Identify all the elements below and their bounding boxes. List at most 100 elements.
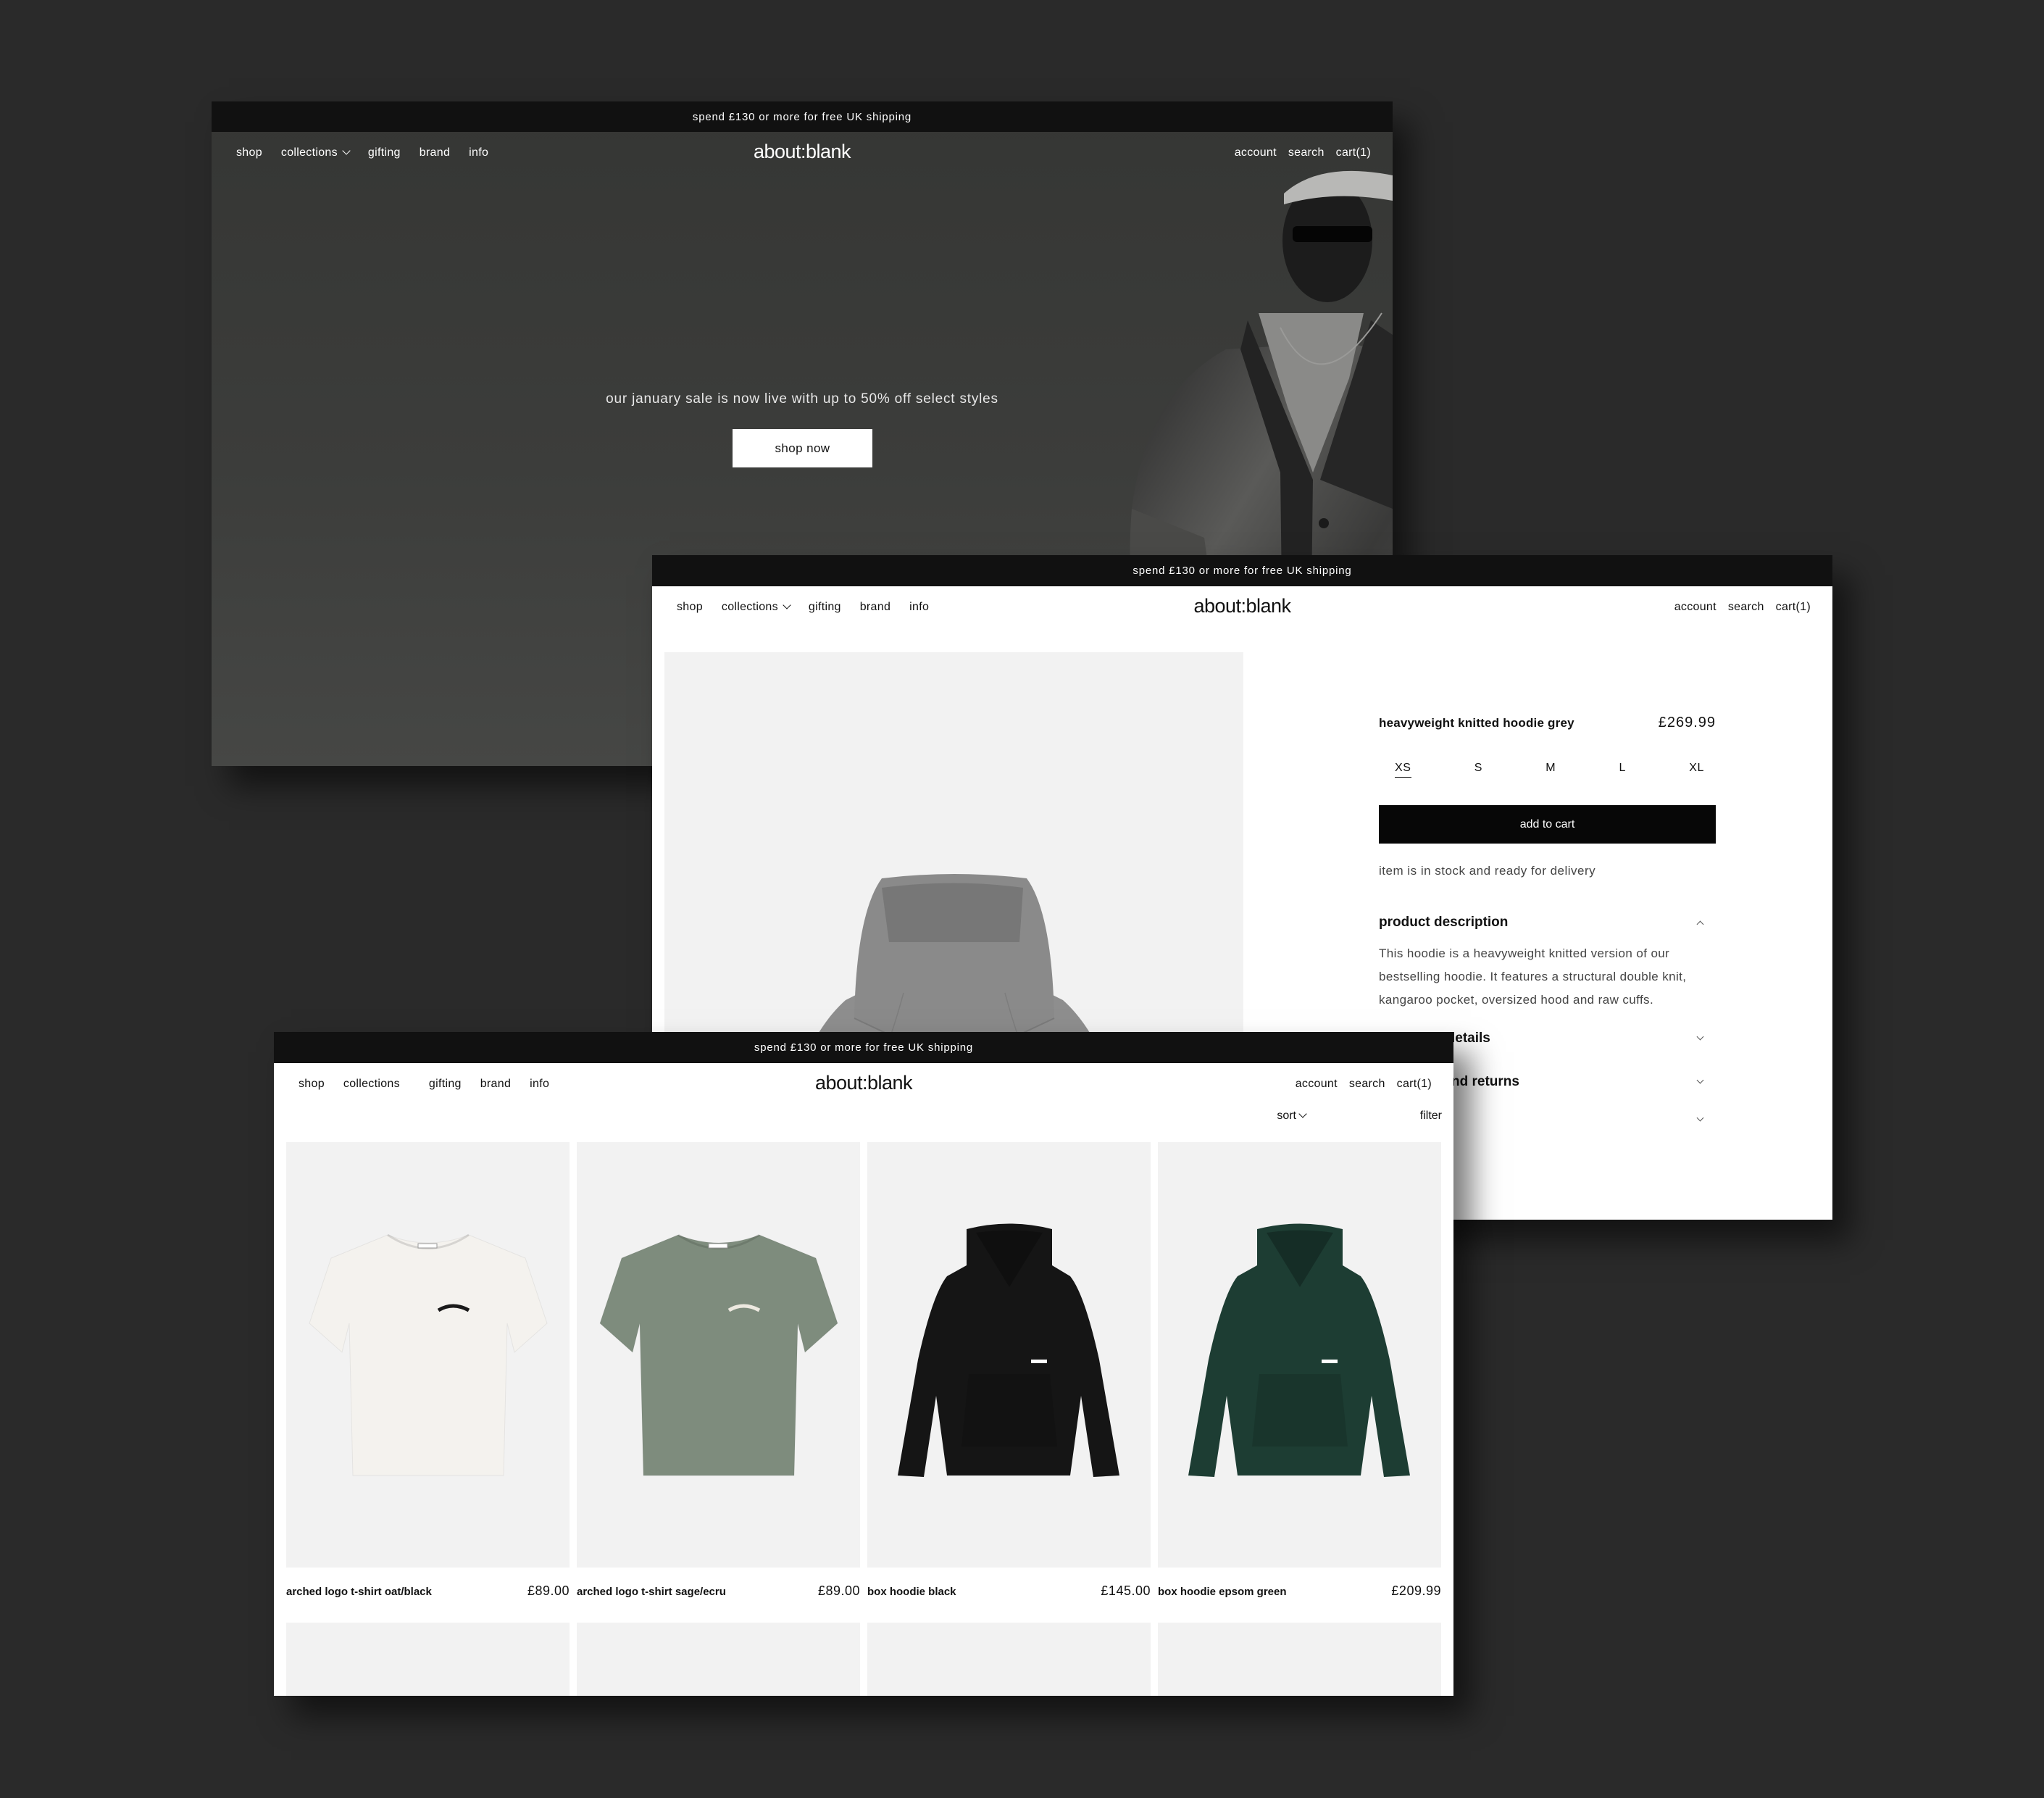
sort-label: sort [1277, 1110, 1296, 1122]
chevron-down-icon [342, 146, 351, 155]
tshirt-image [309, 1233, 548, 1476]
add-to-cart-button[interactable]: add to cart [1379, 805, 1716, 844]
size-option-m[interactable]: M [1545, 762, 1556, 778]
product-card[interactable] [1158, 1623, 1441, 1696]
nav-cart[interactable]: cart(1) [1776, 601, 1811, 614]
product-card[interactable]: arched logo t-shirt sage/ecru £89.00 [577, 1142, 860, 1623]
size-selector: XS S M L XL [1379, 762, 1716, 778]
tshirt-shape [309, 1234, 548, 1476]
nav-collections-label: collections [721, 601, 778, 613]
neck-label [708, 1243, 728, 1249]
shop-now-button[interactable]: shop now [733, 429, 872, 467]
chevron-up-icon [1696, 920, 1704, 928]
filter-button[interactable]: filter [1420, 1110, 1442, 1123]
product-card[interactable] [286, 1623, 570, 1696]
announcement-text: spend £130 or more for free UK shipping [1132, 565, 1352, 577]
chevron-down-icon [1696, 1076, 1704, 1083]
accordion-title: product description [1379, 915, 1509, 930]
hoodie-image [1188, 1223, 1410, 1477]
hoodie-image [898, 1223, 1119, 1477]
chevron-down-icon [1298, 1110, 1307, 1118]
nav-account[interactable]: account [1296, 1078, 1338, 1091]
nav-collections[interactable]: collections [721, 601, 791, 614]
nav-gifting[interactable]: gifting [429, 1078, 462, 1091]
chevron-down-icon [1696, 1114, 1704, 1122]
size-option-xs[interactable]: XS [1395, 762, 1411, 778]
product-card[interactable]: box hoodie epsom green £209.99 [1158, 1142, 1441, 1623]
main-nav: shop collections gifting brand info abou… [652, 586, 1832, 630]
nav-account[interactable]: account [1674, 601, 1716, 614]
chevron-down-icon [783, 601, 791, 609]
nav-search[interactable]: search [1288, 146, 1325, 159]
product-name: arched logo t-shirt sage/ecru [577, 1586, 726, 1598]
nav-cart[interactable]: cart(1) [1336, 146, 1371, 159]
product-image [577, 1142, 860, 1568]
product-card[interactable] [867, 1623, 1151, 1696]
nav-cart[interactable]: cart(1) [1397, 1078, 1432, 1091]
announcement-bar: spend £130 or more for free UK shipping [652, 555, 1832, 586]
nav-brand[interactable]: brand [860, 601, 890, 614]
nav-collections-label: collections [280, 146, 338, 159]
kangaroo-pocket [961, 1374, 1057, 1447]
product-image [286, 1142, 570, 1568]
box-logo-print [1322, 1360, 1338, 1363]
product-price: £89.00 [527, 1583, 570, 1598]
accordion-product-description: product description This hoodie is a hea… [1379, 915, 1716, 1012]
nav-search[interactable]: search [1728, 601, 1764, 614]
nav-search[interactable]: search [1349, 1078, 1385, 1091]
nav-info[interactable]: info [909, 601, 929, 614]
tshirt-shape [599, 1234, 838, 1476]
product-card[interactable]: arched logo t-shirt oat/black £89.00 [286, 1142, 570, 1623]
product-image [577, 1623, 860, 1696]
tshirt-image [599, 1233, 838, 1476]
site-logo[interactable]: about:blank [754, 141, 851, 163]
nav-collections[interactable]: collections [343, 1078, 400, 1091]
announcement-text: spend £130 or more for free UK shipping [754, 1041, 974, 1054]
product-price: £89.00 [817, 1583, 860, 1598]
product-image [1158, 1142, 1441, 1568]
product-price: £145.00 [1101, 1583, 1151, 1598]
product-name: box hoodie black [867, 1586, 956, 1598]
size-option-s[interactable]: S [1474, 762, 1482, 778]
announcement-bar: spend £130 or more for free UK shipping [212, 101, 1393, 132]
size-option-l[interactable]: L [1619, 762, 1626, 778]
product-price: £269.99 [1658, 715, 1716, 731]
hero-headline: our january sale is now live with up to … [606, 391, 998, 407]
sort-dropdown[interactable]: sort [1277, 1110, 1307, 1123]
product-name: box hoodie epsom green [1158, 1586, 1287, 1598]
kangaroo-pocket [1252, 1374, 1348, 1447]
nav-account[interactable]: account [1235, 146, 1277, 159]
neck-label [417, 1243, 438, 1249]
product-price: £209.99 [1391, 1583, 1441, 1598]
nav-shop[interactable]: shop [236, 146, 262, 159]
nav-info[interactable]: info [530, 1078, 549, 1091]
nav-brand[interactable]: brand [480, 1078, 511, 1091]
collection-page-window: spend £130 or more for free UK shipping … [274, 1032, 1453, 1696]
product-card[interactable] [577, 1623, 860, 1696]
site-logo[interactable]: about:blank [815, 1072, 913, 1094]
nav-collections[interactable]: collections [280, 146, 351, 159]
nav-brand[interactable]: brand [420, 146, 450, 159]
nav-shop[interactable]: shop [299, 1078, 325, 1091]
nav-gifting[interactable]: gifting [809, 601, 841, 614]
stock-status: item is in stock and ready for delivery [1379, 864, 1596, 878]
announcement-text: spend £130 or more for free UK shipping [692, 110, 912, 123]
size-option-xl[interactable]: XL [1689, 762, 1704, 778]
box-logo-print [1031, 1360, 1047, 1363]
product-title: heavyweight knitted hoodie grey [1379, 716, 1574, 730]
product-description-text: This hoodie is a heavyweight knitted ver… [1379, 946, 1687, 1007]
main-nav: shop collections gifting brand info abou… [212, 132, 1393, 175]
nav-info[interactable]: info [469, 146, 488, 159]
product-image [1158, 1623, 1441, 1696]
announcement-bar: spend £130 or more for free UK shipping [274, 1032, 1453, 1063]
product-card[interactable]: box hoodie black £145.00 [867, 1142, 1151, 1623]
nav-gifting[interactable]: gifting [368, 146, 401, 159]
accordion-header[interactable]: product description [1379, 915, 1716, 931]
product-image [867, 1142, 1151, 1568]
product-grid: arched logo t-shirt oat/black £89.00 arc… [286, 1142, 1443, 1696]
nav-shop[interactable]: shop [677, 601, 703, 614]
product-image [867, 1623, 1151, 1696]
chevron-down-icon [1696, 1033, 1704, 1040]
site-logo[interactable]: about:blank [1193, 595, 1291, 617]
product-name: arched logo t-shirt oat/black [286, 1586, 432, 1598]
